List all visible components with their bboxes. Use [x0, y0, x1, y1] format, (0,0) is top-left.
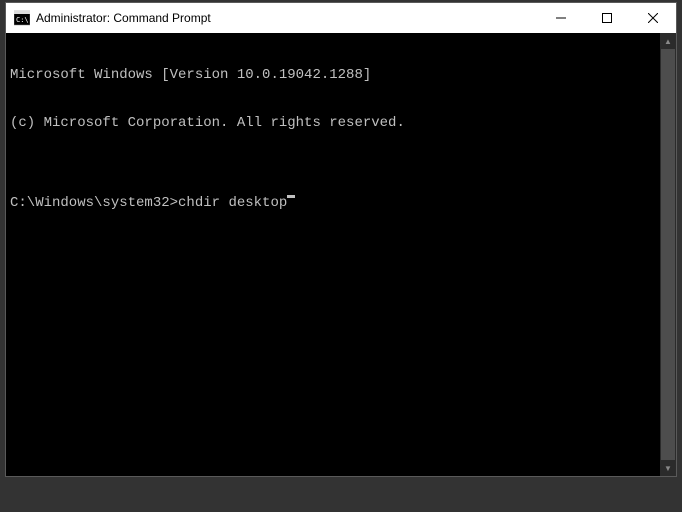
copyright-line: (c) Microsoft Corporation. All rights re…	[10, 115, 672, 131]
cursor	[287, 195, 295, 198]
cmd-icon: C:\	[14, 10, 30, 26]
scrollbar[interactable]: ▲ ▼	[660, 33, 676, 476]
minimize-button[interactable]	[538, 3, 584, 33]
close-button[interactable]	[630, 3, 676, 33]
window-controls	[538, 3, 676, 33]
maximize-button[interactable]	[584, 3, 630, 33]
window-title: Administrator: Command Prompt	[36, 11, 538, 25]
scroll-up-arrow[interactable]: ▲	[660, 33, 676, 49]
terminal-area[interactable]: Microsoft Windows [Version 10.0.19042.12…	[6, 33, 676, 476]
prompt-path: C:\Windows\system32>	[10, 195, 178, 211]
scrollbar-thumb[interactable]	[661, 49, 675, 460]
command-input[interactable]: chdir desktop	[178, 195, 287, 211]
titlebar[interactable]: C:\ Administrator: Command Prompt	[6, 3, 676, 33]
svg-text:C:\: C:\	[16, 16, 29, 24]
command-prompt-window: C:\ Administrator: Command Prompt Micros…	[5, 2, 677, 477]
scroll-down-arrow[interactable]: ▼	[660, 460, 676, 476]
scrollbar-track[interactable]	[660, 49, 676, 460]
prompt-line: C:\Windows\system32>chdir desktop	[10, 195, 672, 211]
version-line: Microsoft Windows [Version 10.0.19042.12…	[10, 67, 672, 83]
